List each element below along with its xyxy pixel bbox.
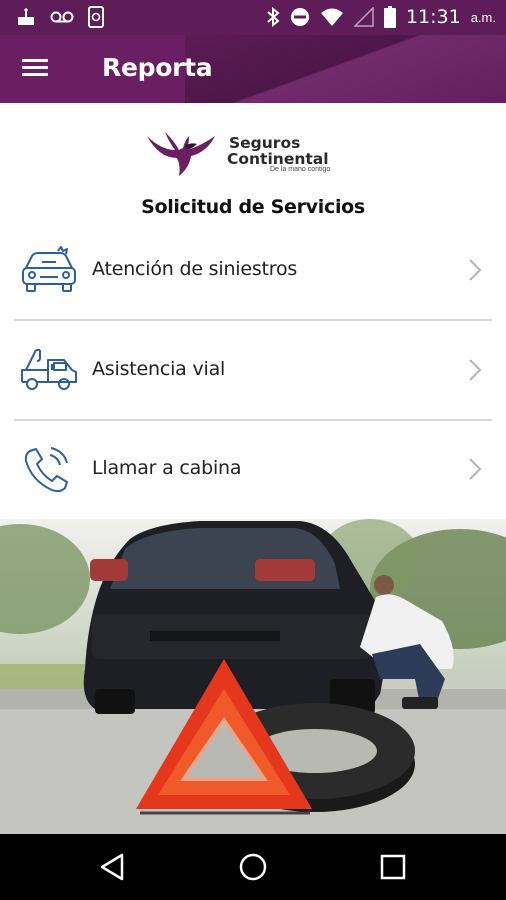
app-bar-decoration xyxy=(185,35,506,103)
brand-name-line1: Seguros xyxy=(229,134,301,152)
roadside-photo xyxy=(0,519,506,834)
no-signal-icon xyxy=(353,7,374,27)
do-not-disturb-icon xyxy=(290,8,309,26)
phoenix-logo-icon xyxy=(147,132,215,176)
navigation-bar xyxy=(0,834,506,900)
phone-call-icon xyxy=(24,447,68,493)
page-title: Reporta xyxy=(102,53,213,82)
service-label: Atención de siniestros xyxy=(92,258,298,280)
app-bar: Reporta xyxy=(0,35,506,103)
voicemail-icon xyxy=(50,11,74,23)
phone-sync-icon xyxy=(88,6,104,28)
service-item-asistencia-vial[interactable]: Asistencia vial xyxy=(14,322,492,420)
chevron-right-icon xyxy=(469,359,482,381)
car-damage-icon xyxy=(22,246,76,292)
cake-icon xyxy=(18,8,34,25)
divider xyxy=(14,319,492,321)
chevron-right-icon xyxy=(469,259,482,281)
status-ampm: a.m. xyxy=(470,9,496,25)
battery-icon xyxy=(383,6,396,28)
service-item-atencion-siniestros[interactable]: Atención de siniestros xyxy=(14,222,492,320)
home-icon[interactable] xyxy=(236,850,270,884)
section-title: Solicitud de Servicios xyxy=(141,196,365,218)
service-label: Llamar a cabina xyxy=(92,457,242,479)
service-label: Asistencia vial xyxy=(92,358,226,380)
wifi-icon xyxy=(320,8,343,26)
status-time: 11:31 xyxy=(405,6,461,28)
service-item-llamar-cabina[interactable]: Llamar a cabina xyxy=(14,421,492,519)
hamburger-menu-icon[interactable] xyxy=(22,55,58,83)
recents-icon[interactable] xyxy=(376,850,410,884)
bluetooth-icon xyxy=(267,7,280,27)
status-bar: 11:31 a.m. xyxy=(0,0,506,35)
company-logo: Seguros Continental De la mano contigo xyxy=(145,128,365,178)
brand-name-line2: Continental xyxy=(227,150,329,168)
brand-tagline: De la mano contigo xyxy=(270,166,331,173)
back-icon[interactable] xyxy=(96,850,130,884)
chevron-right-icon xyxy=(469,458,482,480)
tow-truck-icon xyxy=(21,349,77,390)
